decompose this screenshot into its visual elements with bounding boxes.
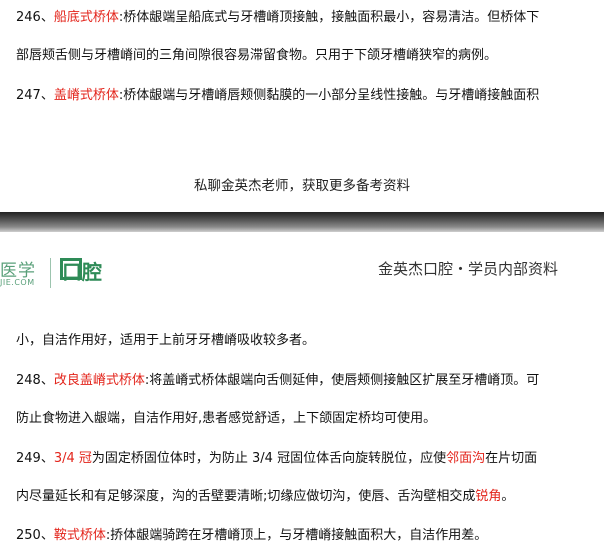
term-highlight: 盖嵴式桥体	[53, 88, 119, 103]
item-247-line-1: 247、盖嵴式桥体:桥体龈端与牙槽嵴唇颊侧黏膜的一小部分呈线性接触。与牙槽嵴接触…	[16, 87, 600, 105]
continuation-line: 小，自洁作用好，适用于上前牙牙槽嵴吸收较多者。	[16, 333, 316, 348]
logo-brand: 口腔	[62, 260, 102, 284]
term-highlight: 改良盖嵴式桥体	[53, 373, 145, 388]
item-248-line-1: 248、改良盖嵴式桥体:将盖嵴式桥体龈端向舌侧延伸，使唇颊侧接触区扩展至牙槽嵴顶…	[16, 372, 600, 390]
term-highlight: 锐角	[475, 489, 502, 504]
brand-logo: 医学 JIE.COM 口腔	[0, 256, 140, 292]
item-text: 为固定桥固位体时，为防止 3/4 冠固位体舌向旋转脱位，应使	[91, 451, 447, 466]
item-248-line-2: 防止食物进入龈端，自洁作用好,患者感觉舒适，上下颌固定桥均可使用。	[16, 411, 437, 426]
page-separator	[0, 212, 604, 232]
page-1: 246、船底式桥体:桥体龈端呈船底式与牙槽嵴顶接触，接触面积最小，容易清洁。但桥…	[0, 0, 604, 212]
item-number: 249、	[16, 451, 54, 466]
term-highlight: 鞍式桥体	[53, 528, 106, 543]
item-text: 在片切面	[485, 451, 538, 466]
item-text: :将盖嵴式桥体龈端向舌侧延伸，使唇颊侧接触区扩展至牙槽嵴顶。可	[144, 373, 540, 388]
item-249-line-2: 内尽量延长和有足够深度，沟的舌壁要清晰;切缘应做切沟，使唇、舌沟壁相交成锐角。	[16, 488, 600, 506]
item-number: 248、	[16, 373, 54, 388]
item-number: 250、	[16, 528, 54, 543]
item-text: :桥体龈端呈船底式与牙槽嵴顶接触，接触面积最小，容易清洁。但桥体下	[118, 10, 540, 25]
page-footer: 私聊金英杰老师，获取更多备考资料	[194, 178, 410, 194]
item-249-line-1: 249、3/4 冠为固定桥固位体时，为防止 3/4 冠固位体舌向旋转脱位，应使邻…	[16, 450, 600, 468]
term-highlight: 邻面沟	[446, 451, 486, 466]
item-number: 246、	[16, 10, 54, 25]
item-250-line-1: 250、鞍式桥体:挢体龈端骑跨在牙槽嵴顶上，与牙槽嵴接触面积大，自洁作用差。	[16, 527, 600, 545]
item-246-line-2: 部唇颊舌侧与牙槽嵴间的三角间隙很容易滞留食物。只用于下颌牙槽嵴狭窄的病例。	[16, 48, 498, 63]
logo-url: JIE.COM	[0, 278, 35, 287]
item-number: 247、	[16, 88, 54, 103]
page-2: 医学 JIE.COM 口腔 金英杰口腔・学员内部资料 小，自洁作用好，适用于上前…	[0, 232, 604, 551]
page-header-title: 金英杰口腔・学员内部资料	[377, 260, 558, 278]
term-highlight: 船底式桥体	[53, 10, 119, 25]
term-highlight: 3/4 冠	[53, 451, 92, 466]
item-text: 内尽量延长和有足够深度，沟的舌壁要清晰;切缘应做切沟，使唇、舌沟壁相交成	[16, 489, 476, 504]
item-246-line-1: 246、船底式桥体:桥体龈端呈船底式与牙槽嵴顶接触，接触面积最小，容易清洁。但桥…	[16, 9, 600, 27]
logo-divider	[50, 258, 51, 288]
item-text: :挢体龈端骑跨在牙槽嵴顶上，与牙槽嵴接触面积大，自洁作用差。	[105, 528, 488, 543]
item-text: 。	[501, 489, 515, 504]
item-text: :桥体龈端与牙槽嵴唇颊侧黏膜的一小部分呈线性接触。与牙槽嵴接触面积	[118, 88, 540, 103]
